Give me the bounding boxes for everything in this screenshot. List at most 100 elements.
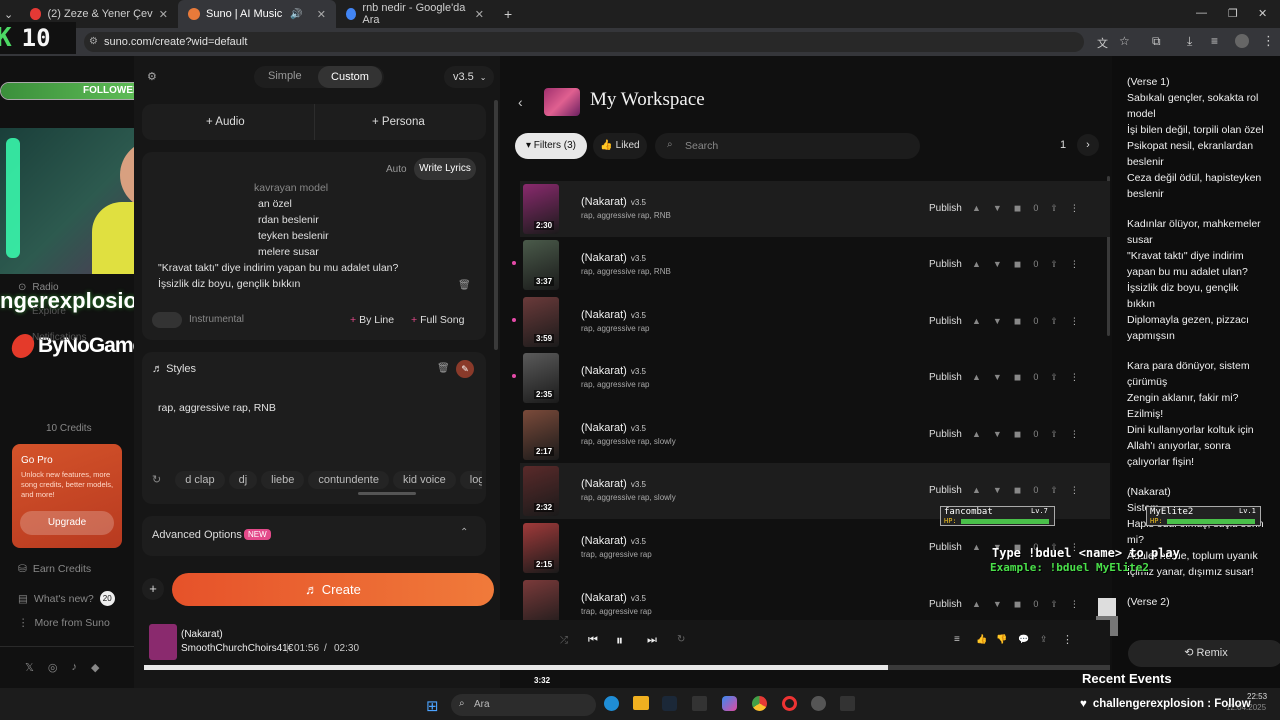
epic-games-icon[interactable] <box>692 696 707 711</box>
song-tags[interactable]: trap, aggressive rap <box>581 607 652 616</box>
more-from-suno-link[interactable]: ⋮ More from Suno <box>18 617 110 629</box>
sidebar-item-explore[interactable]: Explore <box>32 306 66 317</box>
next-icon[interactable]: ⏭ <box>647 634 657 647</box>
song-title[interactable]: (Nakarat) <box>581 196 627 208</box>
song-row[interactable]: 3:37 (Nakarat) v3.5 rap, aggressive rap, RN… <box>512 237 1110 293</box>
song-title[interactable]: (Nakarat) <box>581 252 627 264</box>
share-icon[interactable]: ⇪ <box>1050 485 1058 496</box>
lyrics-scrollbar[interactable] <box>1273 64 1277 684</box>
style-chip[interactable]: contundente <box>308 471 389 489</box>
instagram-icon[interactable]: ◎ <box>48 661 58 674</box>
more-options-icon[interactable]: ⋮ <box>1070 599 1079 610</box>
browser-tab-suno[interactable]: Suno | AI Music 🔊 ✕ <box>178 0 336 28</box>
thumbs-up-icon[interactable]: ▲ <box>972 372 981 383</box>
opera-icon[interactable] <box>782 696 797 711</box>
song-row[interactable]: 2:30 (Nakarat) v3.5 rap, aggressive rap, RN… <box>520 181 1110 237</box>
publish-button[interactable]: Publish <box>929 485 962 496</box>
song-tags[interactable]: trap, aggressive rap <box>581 550 652 559</box>
repeat-icon[interactable]: ↻ <box>677 634 685 645</box>
thumbs-down-icon[interactable]: ▼ <box>993 599 1002 610</box>
thumbs-up-icon[interactable]: ▲ <box>972 599 981 610</box>
search-input[interactable]: ⌕ Search <box>655 133 920 159</box>
share-icon[interactable]: ⇪ <box>1050 203 1058 214</box>
profile-avatar[interactable] <box>1235 34 1249 48</box>
thumbs-down-icon[interactable]: ▼ <box>993 316 1002 327</box>
form-scrollbar[interactable] <box>494 100 498 350</box>
reading-list-icon[interactable]: ≡ <box>1211 34 1218 48</box>
full-song-button[interactable]: + Full Song <box>411 314 464 326</box>
create-button[interactable]: ♬ Create <box>172 573 494 606</box>
lyrics-textarea[interactable]: kavrayan model an özel rdan beslenir tey… <box>158 180 458 292</box>
thumbs-up-icon[interactable]: ▲ <box>972 316 981 327</box>
clear-styles-icon[interactable]: 🗑 <box>437 363 450 374</box>
minimize-icon[interactable]: — <box>1196 7 1207 19</box>
thumbs-down-icon[interactable]: 👎 <box>996 634 1007 645</box>
thumbs-up-icon[interactable]: ▲ <box>972 429 981 440</box>
song-title[interactable]: (Nakarat) <box>581 422 627 434</box>
publish-button[interactable]: Publish <box>929 316 962 327</box>
more-options-icon[interactable]: ⋮ <box>1070 372 1079 383</box>
comment-icon[interactable]: ◼ <box>1014 599 1021 610</box>
thumbs-up-icon[interactable]: ▲ <box>972 203 981 214</box>
pause-icon[interactable]: ⏸ <box>616 632 623 649</box>
comment-icon[interactable]: ◼ <box>1014 429 1021 440</box>
publish-button[interactable]: Publish <box>929 203 962 214</box>
comment-icon[interactable]: ◼ <box>1014 372 1021 383</box>
thumbs-down-icon[interactable]: ▼ <box>993 485 1002 496</box>
style-chip[interactable]: liebe <box>261 471 305 489</box>
liked-button[interactable]: 👍 Liked <box>593 133 647 159</box>
chrome-icon[interactable] <box>752 696 767 711</box>
whats-new-link[interactable]: ▤ What's new? 20 <box>18 591 115 606</box>
song-row[interactable]: 2:17 (Nakarat) v3.5 rap, aggressive rap, sl… <box>520 407 1110 463</box>
more-options-icon[interactable]: ⋮ <box>1070 316 1079 327</box>
now-playing-cover[interactable] <box>149 624 177 660</box>
lyrics-tab-auto[interactable]: Auto <box>386 164 407 175</box>
extensions-icon[interactable]: ⧉ <box>1152 34 1161 49</box>
browser-tab-google[interactable]: rnb nedir - Google'da Ara ✕ <box>336 0 494 28</box>
download-icon[interactable]: ⤓ <box>1187 34 1192 49</box>
trash-icon[interactable]: 🗑 <box>458 280 471 291</box>
discord-icon[interactable]: ◆ <box>91 661 99 674</box>
filters-button[interactable]: ▾ Filters (3) <box>515 133 587 159</box>
earn-credits-link[interactable]: ⛁ Earn Credits <box>18 563 91 575</box>
mode-custom[interactable]: Custom <box>318 66 382 88</box>
copilot-icon[interactable] <box>722 696 737 711</box>
comment-icon[interactable]: ◼ <box>1014 259 1021 270</box>
refresh-chips-icon[interactable]: ↻ <box>152 470 171 489</box>
style-chip[interactable]: d clap <box>175 471 225 489</box>
add-persona-button[interactable]: + Persona <box>372 116 425 128</box>
epic-games-icon[interactable] <box>840 696 855 711</box>
comment-icon[interactable]: 💬 <box>1018 634 1029 645</box>
song-tags[interactable]: rap, aggressive rap <box>581 380 649 389</box>
tiktok-icon[interactable]: ♪ <box>71 661 77 674</box>
version-select[interactable]: v3.5 ⌄ <box>444 66 494 88</box>
windows-start-icon[interactable]: ⊞ <box>426 697 439 715</box>
shuffle-icon[interactable]: ⤮ <box>560 635 568 646</box>
close-tab-icon[interactable]: ✕ <box>475 8 484 21</box>
song-title[interactable]: (Nakarat) <box>581 478 627 490</box>
more-options-icon[interactable]: ⋮ <box>1062 633 1073 646</box>
by-line-button[interactable]: + By Line <box>350 314 394 326</box>
sidebar-item-notifications[interactable]: Notifications <box>32 332 86 343</box>
close-tab-icon[interactable]: ✕ <box>159 8 168 21</box>
styles-input[interactable]: rap, aggressive rap, RNB <box>158 402 276 414</box>
share-icon[interactable]: ⇪ <box>1050 599 1058 610</box>
taskbar-search[interactable]: ⌕ Ara <box>451 694 596 716</box>
share-icon[interactable]: ⇪ <box>1050 316 1058 327</box>
queue-icon[interactable]: ≡ <box>954 634 960 645</box>
thumbs-up-icon[interactable]: ▲ <box>972 485 981 496</box>
progress-track[interactable] <box>144 665 1110 670</box>
upgrade-button[interactable]: Upgrade <box>20 511 114 535</box>
chip-scrollbar[interactable] <box>358 492 416 495</box>
mode-simple[interactable]: Simple <box>268 70 302 82</box>
site-info-icon[interactable]: ⚙ <box>89 32 98 52</box>
new-tab-button[interactable]: + <box>494 0 522 28</box>
close-tab-icon[interactable]: ✕ <box>317 8 326 21</box>
restore-icon[interactable]: ❐ <box>1228 7 1238 20</box>
comment-icon[interactable]: ◼ <box>1014 203 1021 214</box>
sidebar-item-radio[interactable]: ⊙ Radio <box>18 282 59 293</box>
remix-button[interactable]: ⟲ Remix <box>1128 640 1280 667</box>
menu-dots-icon[interactable]: ⋮ <box>1262 33 1275 49</box>
close-window-icon[interactable]: ✕ <box>1258 7 1267 20</box>
speaker-icon[interactable]: 🔊 <box>290 9 302 20</box>
